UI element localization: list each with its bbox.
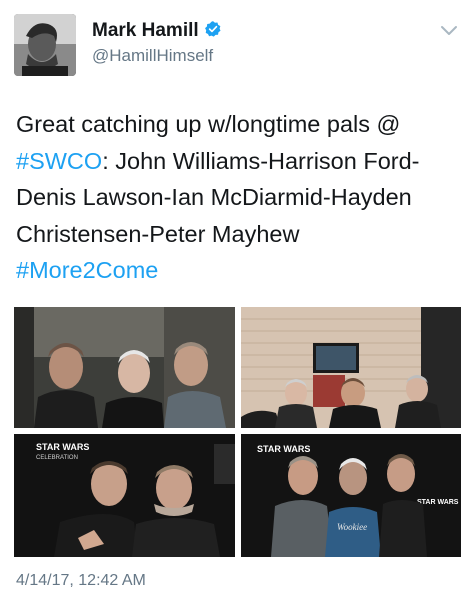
- photo-2-image: [241, 307, 461, 428]
- photo-1[interactable]: [14, 307, 235, 428]
- backdrop-logo-subtext: CELEBRATION: [36, 455, 78, 461]
- photo-4-image: STAR WARS STAR WARS Wookiee: [241, 434, 461, 557]
- photo-3-image: STAR WARS CELEBRATION: [14, 434, 235, 557]
- tweet-timestamp[interactable]: 4/14/17, 12:42 AM: [16, 572, 146, 590]
- hashtag-link-more2come[interactable]: #More2Come: [16, 257, 158, 283]
- tweet-text-segment: Christensen-Peter Mayhew: [16, 220, 300, 247]
- shirt-text: Wookiee: [337, 522, 367, 532]
- display-name-row[interactable]: Mark Hamill: [92, 20, 222, 42]
- photo-2[interactable]: [241, 307, 461, 428]
- photo-4[interactable]: STAR WARS STAR WARS Wookiee: [241, 434, 461, 557]
- display-name[interactable]: Mark Hamill: [92, 20, 199, 41]
- tweet-line: #More2Come: [16, 252, 466, 289]
- tweet-text-segment: Denis Lawson-Ian McDiarmid-Hayden: [16, 184, 412, 210]
- photo-1-image: [14, 307, 235, 428]
- verified-badge-icon: [204, 21, 221, 37]
- backdrop-logo-text-left: STAR WARS: [257, 444, 310, 454]
- tweet-line: Christensen-Peter Mayhew: [16, 216, 466, 253]
- handle[interactable]: @HamillHimself: [92, 46, 213, 66]
- tweet-line: #SWCO: John Williams-Harrison Ford-: [16, 143, 466, 180]
- tweet-line: Great catching up w/longtime pals @: [16, 106, 466, 143]
- photo-3[interactable]: STAR WARS CELEBRATION: [14, 434, 235, 557]
- avatar-photo: [14, 14, 76, 76]
- avatar[interactable]: [14, 14, 76, 76]
- hashtag-link-swco[interactable]: #SWCO: [16, 148, 102, 174]
- tweet-text-segment: Great catching up w/longtime pals @: [16, 111, 401, 137]
- chevron-down-icon[interactable]: [438, 22, 460, 40]
- photo-grid: STAR WARS CELEBRATION STAR WARS STAR WAR…: [14, 307, 461, 557]
- tweet-header: Mark Hamill @HamillHimself: [0, 0, 474, 90]
- tweet-text: Great catching up w/longtime pals @ #SWC…: [16, 106, 466, 289]
- backdrop-logo-text-right: STAR WARS: [417, 499, 459, 506]
- tweet-text-segment: : John Williams-Harrison Ford-: [102, 147, 420, 174]
- tweet-line: Denis Lawson-Ian McDiarmid-Hayden: [16, 179, 466, 216]
- backdrop-logo-text: STAR WARS: [36, 442, 89, 452]
